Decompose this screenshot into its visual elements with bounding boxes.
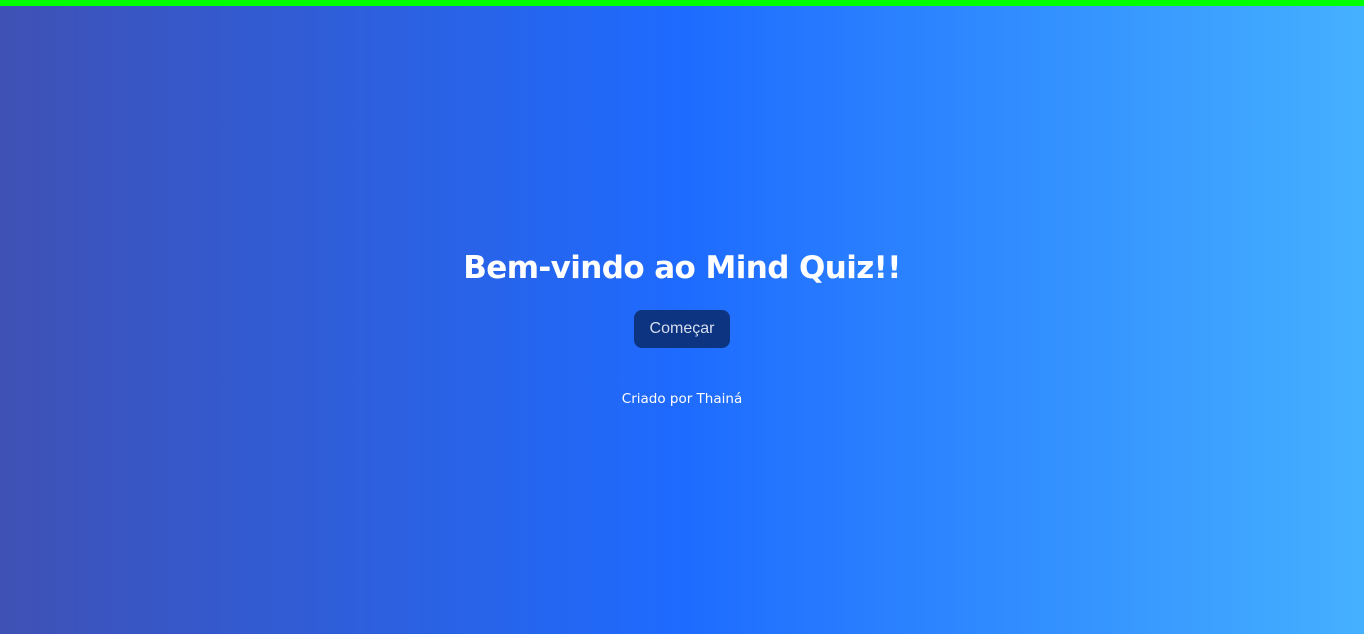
credits-text: Criado por Thainá [621, 391, 743, 407]
welcome-screen: Bem-vindo ao Mind Quiz!! Começar Criado … [0, 0, 1364, 634]
welcome-title: Bem-vindo ao Mind Quiz!! [463, 250, 901, 286]
start-button[interactable]: Começar [633, 310, 731, 348]
